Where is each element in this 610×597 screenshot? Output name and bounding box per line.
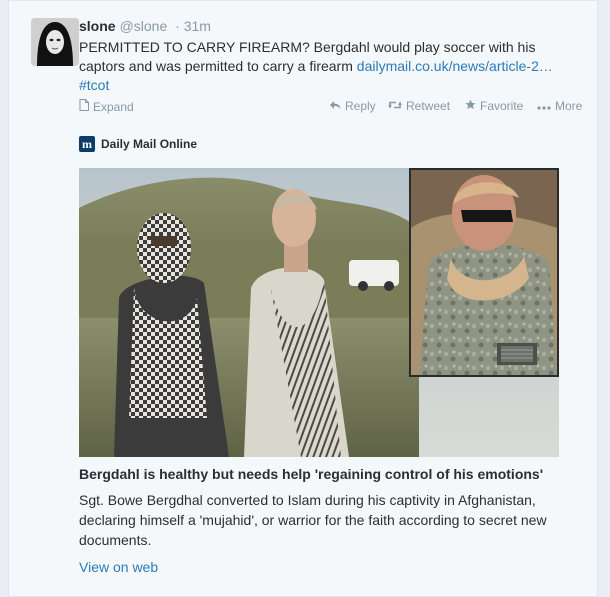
retweet-label: Retweet (406, 99, 451, 113)
avatar[interactable] (31, 18, 79, 66)
retweet-icon (388, 99, 402, 113)
card-source[interactable]: m Daily Mail Online (79, 136, 197, 152)
reply-arrow-icon (329, 99, 341, 113)
favorite-label: Favorite (480, 99, 524, 113)
reply-label: Reply (345, 99, 376, 113)
tweet-timestamp[interactable]: · 31m (175, 18, 211, 34)
more-button[interactable]: More (537, 99, 582, 113)
tweet-text: PERMITTED TO CARRY FIREARM? Bergdahl wou… (79, 38, 579, 95)
view-on-web-link[interactable]: View on web (79, 559, 158, 575)
article-link[interactable]: dailymail.co.uk/news/article-2… (357, 58, 553, 74)
card-photo[interactable] (79, 168, 559, 457)
retweet-button[interactable]: Retweet (388, 99, 450, 113)
more-label: More (555, 99, 583, 113)
tweet-actions: Expand Reply Retweet Favorite More (79, 99, 589, 117)
reply-button[interactable]: Reply (329, 99, 376, 113)
card-headline[interactable]: Bergdahl is healthy but needs help 'rega… (79, 466, 584, 482)
favorite-button[interactable]: Favorite (465, 99, 523, 113)
tweet-author[interactable]: slone @slone · 31m (79, 18, 211, 34)
hashtag-link[interactable]: #tcot (79, 77, 109, 93)
ellipsis-icon (537, 99, 551, 113)
source-name[interactable]: Daily Mail Online (101, 137, 197, 151)
card-summary: Sgt. Bowe Bergdhal converted to Islam du… (79, 492, 547, 548)
expand-label: Expand (93, 99, 134, 114)
author-handle[interactable]: @slone (120, 18, 168, 34)
star-icon (465, 99, 476, 113)
author-name[interactable]: slone (79, 18, 116, 34)
expand-button[interactable]: Expand (79, 99, 134, 114)
document-icon (79, 99, 89, 114)
daily-mail-logo-icon: m (79, 136, 95, 152)
